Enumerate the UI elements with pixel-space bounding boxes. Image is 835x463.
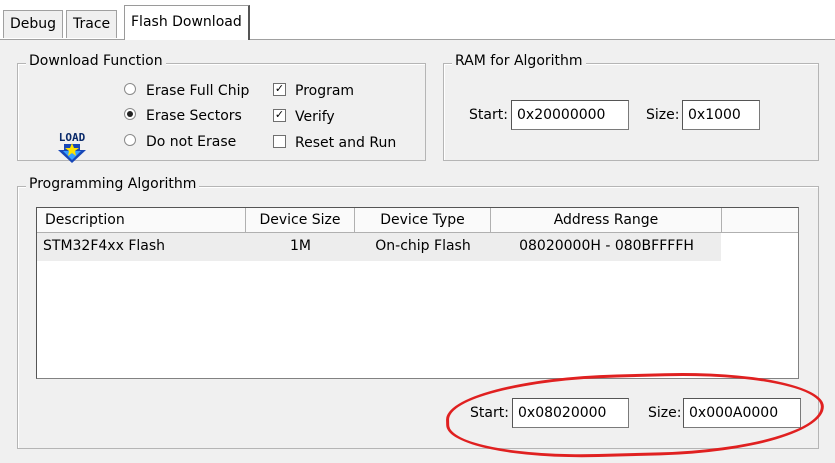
radio-indicator[interactable] [124, 134, 136, 146]
ram-start-label: Start: [469, 107, 508, 123]
program-check-mark[interactable]: ✓ [273, 82, 286, 96]
ram-size-label: Size: [646, 107, 680, 123]
ram-size-input[interactable]: 0x1000 [682, 100, 760, 130]
erase-sectors-radio[interactable]: Erase Sectors [124, 106, 242, 126]
ram-start-input[interactable]: 0x20000000 [511, 100, 629, 130]
download-function-title: Download Function [26, 53, 166, 69]
reset-and-run-check-mark[interactable] [273, 134, 286, 148]
table-row[interactable]: STM32F4xx Flash 1M On-chip Flash 0802000… [37, 233, 721, 261]
row-device-type: On-chip Flash [375, 238, 471, 254]
programming-algorithm-title: Programming Algorithm [26, 176, 200, 192]
radio-indicator-selected[interactable] [124, 108, 136, 120]
verify-checkbox[interactable]: ✓ Verify [273, 107, 335, 127]
erase-full-chip-label: Erase Full Chip [146, 83, 250, 99]
do-not-erase-radio[interactable]: Do not Erase [124, 132, 236, 152]
ram-for-algorithm-title: RAM for Algorithm [452, 53, 586, 69]
reset-and-run-checkbox[interactable]: Reset and Run [273, 133, 396, 153]
verify-label: Verify [295, 109, 335, 125]
tab-flash-download[interactable]: Flash Download [124, 5, 250, 40]
load-icon: LOAD [58, 131, 86, 163]
erase-sectors-label: Erase Sectors [146, 108, 242, 124]
algo-size-label: Size: [648, 405, 682, 421]
algo-start-label: Start: [470, 405, 509, 421]
load-icon-text: LOAD [59, 131, 86, 144]
column-header-address-range[interactable]: Address Range [491, 208, 722, 233]
tab-debug[interactable]: Debug [3, 10, 64, 38]
row-device-size: 1M [290, 238, 311, 254]
column-header-device-size[interactable]: Device Size [246, 208, 355, 233]
tab-trace[interactable]: Trace [66, 10, 118, 38]
column-header-description[interactable]: Description [37, 208, 246, 233]
program-checkbox[interactable]: ✓ Program [273, 81, 354, 101]
column-header-empty [722, 208, 798, 233]
verify-check-mark[interactable]: ✓ [273, 108, 286, 122]
tab-strip: Debug Trace Flash Download [0, 0, 835, 40]
program-label: Program [295, 83, 355, 99]
column-header-device-type[interactable]: Device Type [355, 208, 491, 233]
row-description: STM32F4xx Flash [43, 238, 166, 254]
do-not-erase-label: Do not Erase [146, 134, 237, 150]
flash-download-panel: Download Function LOAD Erase Full Chip E… [0, 39, 835, 463]
erase-full-chip-radio[interactable]: Erase Full Chip [124, 81, 249, 101]
reset-and-run-label: Reset and Run [295, 135, 397, 151]
algo-start-input[interactable]: 0x08020000 [512, 398, 629, 428]
row-address-range: 08020000H - 080BFFFFH [519, 238, 694, 254]
algo-size-input[interactable]: 0x000A0000 [683, 398, 801, 428]
algorithm-list[interactable]: Description Device Size Device Type Addr… [36, 207, 799, 379]
radio-indicator[interactable] [124, 83, 136, 95]
